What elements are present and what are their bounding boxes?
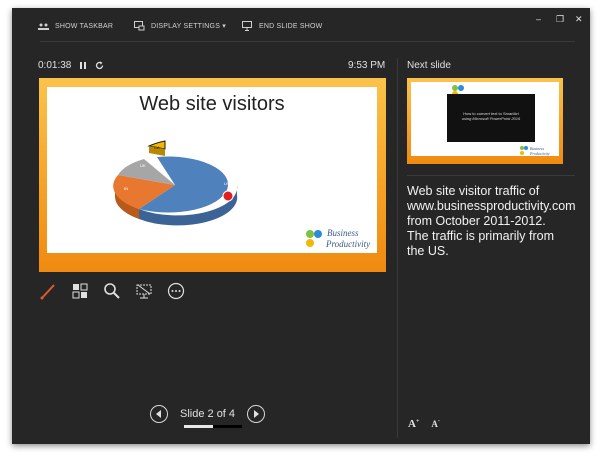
next-slide-footer-logo: Business Productivity bbox=[520, 146, 550, 156]
pane-divider bbox=[397, 58, 398, 438]
increase-font-label: A bbox=[408, 418, 416, 430]
pen-icon[interactable] bbox=[37, 280, 59, 302]
next-slide-canvas: How to convert text to SmartArt using Mi… bbox=[411, 82, 559, 156]
taskbar-icon bbox=[38, 23, 49, 30]
pause-icon[interactable] bbox=[79, 61, 87, 70]
next-slide-label: Next slide bbox=[407, 60, 451, 71]
logo-dot-yellow bbox=[306, 239, 314, 247]
next-logo-line2: Productivity bbox=[529, 151, 550, 156]
slide-tools bbox=[37, 280, 187, 302]
close-button[interactable]: ✕ bbox=[575, 14, 583, 25]
header-divider bbox=[40, 41, 575, 42]
zoom-icon[interactable] bbox=[101, 280, 123, 302]
speaker-notes[interactable]: Web site visitor traffic of www.business… bbox=[407, 184, 576, 259]
pie-label-c: UK bbox=[140, 163, 146, 168]
next-slide-preview[interactable]: How to convert text to SmartArt using Mi… bbox=[407, 78, 563, 164]
end-slide-show-button[interactable]: END SLIDE SHOW bbox=[242, 19, 322, 33]
pie-label-a: US bbox=[224, 181, 230, 186]
slide-canvas: Web site visitors US IN UK CA Business P… bbox=[47, 87, 377, 253]
slide-progress-fill bbox=[184, 425, 213, 428]
display-settings-icon bbox=[134, 21, 145, 31]
pie-chart: US IN UK CA Business Productivity bbox=[113, 140, 370, 249]
slide-counter: Slide 2 of 4 bbox=[180, 408, 236, 420]
logo-dot-green bbox=[306, 230, 314, 238]
next-slide-title-box: How to convert text to SmartArt using Mi… bbox=[447, 94, 535, 142]
chevron-right-icon bbox=[254, 410, 260, 418]
next-slide-text-line2: using Microsoft PowerPoint 2016 bbox=[461, 116, 521, 121]
end-slide-show-label: END SLIDE SHOW bbox=[259, 22, 323, 30]
pie-label-d: CA bbox=[154, 145, 160, 150]
more-options-icon[interactable] bbox=[165, 280, 187, 302]
display-settings-button[interactable]: DISPLAY SETTINGS ▾ bbox=[134, 19, 226, 33]
restore-button[interactable]: ❐ bbox=[556, 14, 564, 25]
slide-timer: 0:01:38 bbox=[38, 60, 104, 71]
see-all-slides-icon[interactable] bbox=[69, 280, 91, 302]
current-time: 9:53 PM bbox=[348, 60, 386, 71]
increase-font-button[interactable]: A+ bbox=[408, 418, 419, 430]
presenter-view-window: SHOW TASKBAR DISPLAY SETTINGS ▾ END SLID… bbox=[12, 8, 590, 444]
notes-divider bbox=[407, 175, 575, 176]
display-settings-label: DISPLAY SETTINGS ▾ bbox=[151, 23, 226, 30]
slide-progress-bar bbox=[184, 425, 242, 428]
end-show-icon bbox=[242, 21, 252, 31]
next-slide-button[interactable] bbox=[247, 405, 266, 423]
logo-line2: Productivity bbox=[325, 239, 370, 249]
slide-navigation: Slide 2 of 4 bbox=[150, 405, 266, 423]
reset-icon[interactable] bbox=[95, 61, 104, 70]
previous-slide-button[interactable] bbox=[150, 405, 168, 423]
font-size-controls: A+ A- bbox=[408, 418, 440, 430]
decrease-font-button[interactable]: A- bbox=[431, 418, 440, 430]
show-taskbar-label: SHOW TASKBAR bbox=[55, 22, 114, 30]
current-slide[interactable]: Web site visitors US IN UK CA Business P… bbox=[39, 78, 386, 272]
logo-dot-blue bbox=[314, 230, 322, 238]
elapsed-time: 0:01:38 bbox=[38, 60, 72, 71]
screen-icon[interactable] bbox=[133, 280, 155, 302]
logo-line1: Business bbox=[327, 228, 359, 238]
show-taskbar-button[interactable]: SHOW TASKBAR bbox=[38, 19, 113, 33]
pie-label-b: IN bbox=[124, 186, 128, 191]
minimize-button[interactable]: – bbox=[536, 14, 541, 24]
chevron-left-icon bbox=[156, 410, 161, 418]
laser-pointer bbox=[222, 190, 234, 202]
